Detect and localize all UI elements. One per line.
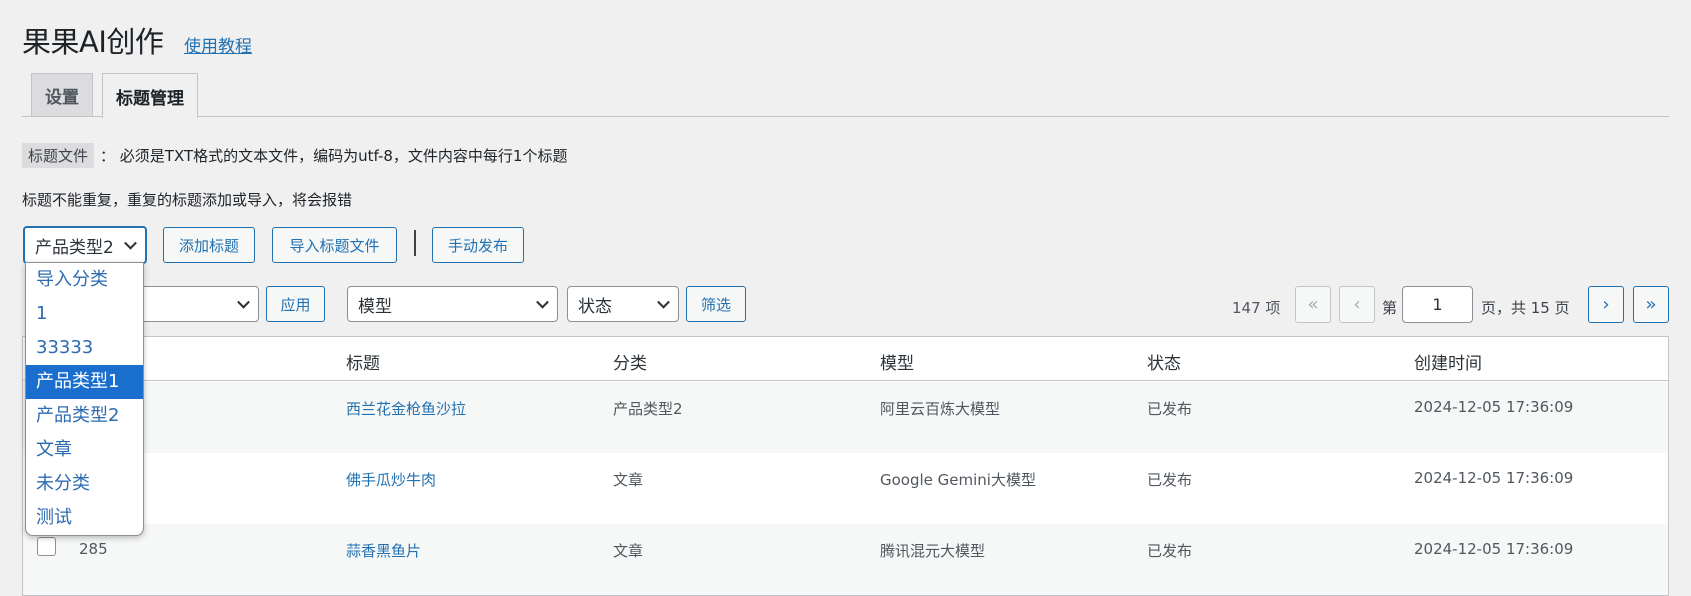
dropdown-option-highlighted[interactable]: 产品类型1 [26,365,143,399]
dropdown-option[interactable]: 测试 [26,501,143,535]
status-filter-value: 状态 [578,296,612,317]
tutorial-link[interactable]: 使用教程 [184,32,252,57]
item-count: 147 项 [1232,299,1281,317]
row-category: 产品类型2 [613,400,683,418]
page-title: 果果AI创作 [22,25,164,59]
file-note: 标题文件 ： 必须是TXT格式的文本文件，编码为utf-8，文件内容中每行1个标… [22,143,567,168]
row-title-link[interactable]: 佛手瓜炒牛肉 [346,469,436,490]
model-filter-select[interactable]: 模型 [347,286,558,322]
row-category: 文章 [613,542,644,560]
titles-table: 标题 分类 模型 状态 创建时间 西兰花金枪鱼沙拉 产品类型2 阿里云百炼大模型… [22,336,1669,596]
col-category[interactable]: 分类 [613,349,647,374]
tab-title-management[interactable]: 标题管理 [102,73,198,118]
category-dropdown-list: 导入分类 1 33333 产品类型1 产品类型2 文章 未分类 测试 [25,262,144,536]
page-prefix: 第 [1382,299,1398,317]
status-filter-select[interactable]: 状态 [567,286,679,322]
row-created: 2024-12-05 17:36:09 [1414,469,1574,487]
row-title-link[interactable]: 西兰花金枪鱼沙拉 [346,398,466,419]
model-filter-value: 模型 [358,296,392,317]
table-row: 西兰花金枪鱼沙拉 产品类型2 阿里云百炼大模型 已发布 2024-12-05 1… [23,382,1668,453]
row-created: 2024-12-05 17:36:09 [1414,540,1574,558]
row-created: 2024-12-05 17:36:09 [1414,398,1574,416]
chevron-down-icon [124,236,137,250]
next-page-button[interactable]: › [1588,286,1624,323]
col-model[interactable]: 模型 [880,349,914,374]
dropdown-option[interactable]: 导入分类 [26,263,143,297]
row-status: 已发布 [1147,400,1193,418]
row-status: 已发布 [1147,471,1193,489]
file-desc: ： 必须是TXT格式的文本文件，编码为utf-8，文件内容中每行1个标题 [100,147,568,165]
col-title[interactable]: 标题 [346,349,380,374]
dropdown-option[interactable]: 33333 [26,331,143,365]
row-model: Google Gemini大模型 [880,471,1036,489]
dropdown-option[interactable]: 文章 [26,433,143,467]
toolbar-separator [414,230,416,256]
filter-button[interactable]: 筛选 [686,286,746,322]
col-status[interactable]: 状态 [1147,349,1181,374]
dropdown-option[interactable]: 产品类型2 [26,399,143,433]
prev-page-button[interactable]: ‹ [1339,286,1375,323]
row-model: 腾讯混元大模型 [880,542,986,560]
tab-settings[interactable]: 设置 [31,73,93,116]
table-header: 标题 分类 模型 状态 创建时间 [23,337,1668,381]
import-file-button[interactable]: 导入标题文件 [272,227,397,263]
row-category: 文章 [613,471,644,489]
add-title-button[interactable]: 添加标题 [163,227,255,263]
chevron-down-icon [536,295,549,309]
category-select-value: 产品类型2 [35,237,114,258]
row-checkbox[interactable] [37,537,56,556]
row-title-link[interactable]: 蒜香黑鱼片 [346,540,421,561]
manual-publish-button[interactable]: 手动发布 [432,227,524,263]
row-model: 阿里云百炼大模型 [880,400,1001,418]
dropdown-option[interactable]: 1 [26,297,143,331]
current-page-input[interactable] [1402,286,1473,323]
dropdown-option[interactable]: 未分类 [26,467,143,501]
row-id: 285 [79,540,108,558]
apply-button[interactable]: 应用 [266,286,325,322]
tabs-divider [22,116,1669,117]
table-row: 佛手瓜炒牛肉 文章 Google Gemini大模型 已发布 2024-12-0… [23,453,1668,524]
chevron-down-icon [657,295,670,309]
last-page-button[interactable]: » [1633,286,1669,323]
first-page-button[interactable]: « [1295,286,1331,323]
file-label: 标题文件 [22,143,95,168]
no-duplicate-note: 标题不能重复，重复的标题添加或导入，将会报错 [22,191,353,209]
col-created[interactable]: 创建时间 [1414,349,1482,374]
page-suffix: 页，共 15 页 [1481,299,1570,317]
chevron-down-icon [237,295,250,309]
row-status: 已发布 [1147,542,1193,560]
table-row: 285 蒜香黑鱼片 文章 腾讯混元大模型 已发布 2024-12-05 17:3… [23,524,1668,595]
category-select[interactable]: 产品类型2 [23,226,147,264]
